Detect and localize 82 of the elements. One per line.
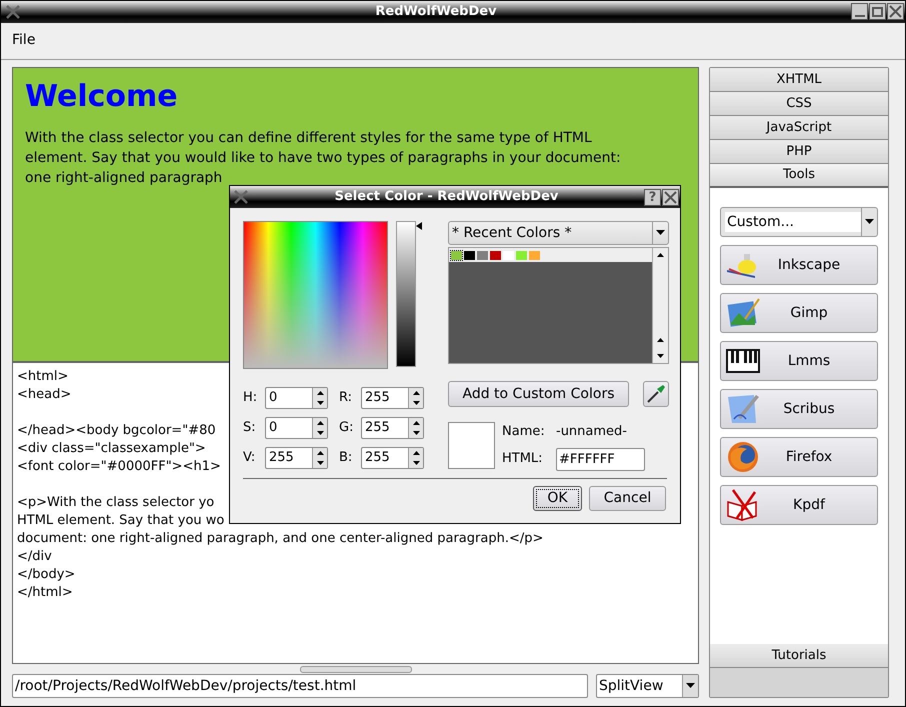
dialog-button[interactable]: Cancel bbox=[589, 486, 666, 510]
color-name: -unnamed- bbox=[556, 423, 628, 441]
field-label: V: bbox=[243, 449, 256, 468]
html-label: HTML: bbox=[502, 450, 544, 468]
piano-keys-icon bbox=[726, 349, 760, 373]
sidebar-tab[interactable]: PHP bbox=[710, 140, 888, 164]
add-custom-color-button[interactable]: Add to Custom Colors bbox=[448, 381, 629, 407]
painting-icon bbox=[725, 297, 761, 329]
tool-button[interactable]: Scribus bbox=[720, 389, 878, 429]
spin-field[interactable]: 255 bbox=[265, 447, 328, 469]
color-preview bbox=[448, 422, 495, 469]
tool-button[interactable]: Firefox bbox=[720, 437, 878, 477]
field-label: H: bbox=[243, 389, 258, 408]
path-field[interactable]: /root/Projects/RedWolfWebDev/projects/test.html bbox=[12, 674, 588, 698]
dialog-title: Select Color - RedWolfWebDev bbox=[334, 188, 560, 206]
code-line: </body> bbox=[17, 566, 76, 584]
app-icon bbox=[233, 189, 249, 205]
preview-text: element. Say that you would like to have two types of paragraphs in your document: bbox=[25, 149, 621, 168]
minimize-button[interactable] bbox=[851, 3, 868, 20]
code-line: <div class="classexample"> bbox=[17, 440, 206, 458]
tool-select[interactable]: Custom... bbox=[720, 207, 878, 237]
color-swatch[interactable] bbox=[451, 250, 462, 260]
book-pen-icon bbox=[727, 488, 759, 522]
spin-field[interactable]: 0 bbox=[265, 417, 328, 439]
sidebar-tab[interactable]: JavaScript bbox=[710, 116, 888, 140]
splitter-handle[interactable] bbox=[300, 666, 412, 672]
view-select[interactable]: SplitView bbox=[596, 674, 699, 698]
preview-text: With the class selector you can define different styles for the same type of HTML bbox=[25, 129, 592, 148]
sidebar-tab[interactable]: Tools bbox=[710, 164, 888, 188]
color-swatch[interactable] bbox=[477, 250, 488, 260]
window-title: RedWolfWebDev bbox=[374, 3, 498, 22]
palette-select[interactable]: * Recent Colors * bbox=[448, 221, 669, 245]
code-line: </html> bbox=[17, 584, 73, 602]
tool-button[interactable]: Kpdf bbox=[720, 485, 878, 525]
menu-item[interactable]: File bbox=[11, 30, 36, 52]
caret-icon bbox=[656, 230, 665, 236]
sidebar-tab[interactable]: Tutorials bbox=[710, 644, 888, 668]
eyedropper-button[interactable] bbox=[643, 381, 669, 407]
spin-field[interactable]: 255 bbox=[361, 447, 424, 469]
fox-globe-icon bbox=[727, 441, 759, 473]
close-button[interactable] bbox=[887, 3, 904, 20]
close-icon bbox=[663, 190, 678, 204]
color-swatch[interactable] bbox=[516, 250, 527, 260]
app-icon bbox=[5, 4, 21, 20]
caret-icon bbox=[865, 219, 874, 225]
code-line: document: one right-aligned paragraph, and one center-aligned paragraph.</p> bbox=[17, 530, 544, 548]
code-line: HTML element. Say that you wo bbox=[17, 512, 224, 530]
field-label: B: bbox=[339, 449, 354, 468]
code-line: <head> bbox=[17, 386, 72, 404]
spin-field[interactable]: 255 bbox=[361, 387, 424, 409]
tool-button[interactable]: Lmms bbox=[720, 341, 878, 381]
html-color-field[interactable]: #FFFFFF bbox=[556, 448, 645, 470]
color-swatch[interactable] bbox=[490, 250, 501, 260]
field-label: G: bbox=[339, 419, 354, 438]
dialog-button[interactable]: OK bbox=[533, 486, 582, 510]
eyedropper-icon bbox=[646, 384, 666, 404]
color-spectrum[interactable] bbox=[243, 221, 388, 369]
code-line: </div bbox=[17, 548, 52, 566]
maximize-button[interactable] bbox=[869, 3, 886, 20]
sidebar-tab[interactable]: CSS bbox=[710, 92, 888, 116]
tool-button[interactable]: Gimp bbox=[720, 293, 878, 333]
code-line: <p>With the class selector yo bbox=[17, 494, 214, 512]
name-label: Name: bbox=[502, 423, 546, 441]
color-swatch[interactable] bbox=[529, 250, 540, 260]
spin-field[interactable]: 0 bbox=[265, 387, 328, 409]
close-icon bbox=[888, 4, 903, 20]
code-line: <font color="#0000FF"><h1> bbox=[17, 458, 221, 476]
pen-document-icon bbox=[726, 393, 760, 425]
spin-field[interactable]: 255 bbox=[361, 417, 424, 439]
sidebar-tab[interactable]: XHTML bbox=[710, 68, 888, 92]
field-label: R: bbox=[339, 389, 354, 408]
preview-heading: Welcome bbox=[25, 78, 179, 116]
caret-icon bbox=[686, 683, 695, 689]
color-swatch[interactable] bbox=[464, 250, 475, 260]
preview-text: one right-aligned paragraph bbox=[25, 169, 222, 188]
scrollbar[interactable] bbox=[652, 248, 668, 363]
tool-button[interactable]: Inkscape bbox=[720, 245, 878, 285]
help-button[interactable]: ? bbox=[644, 188, 661, 206]
code-line: </head><body bgcolor="#80 bbox=[17, 422, 216, 440]
code-line: <html> bbox=[17, 368, 68, 386]
value-slider[interactable] bbox=[396, 221, 422, 367]
field-label: S: bbox=[243, 419, 257, 438]
